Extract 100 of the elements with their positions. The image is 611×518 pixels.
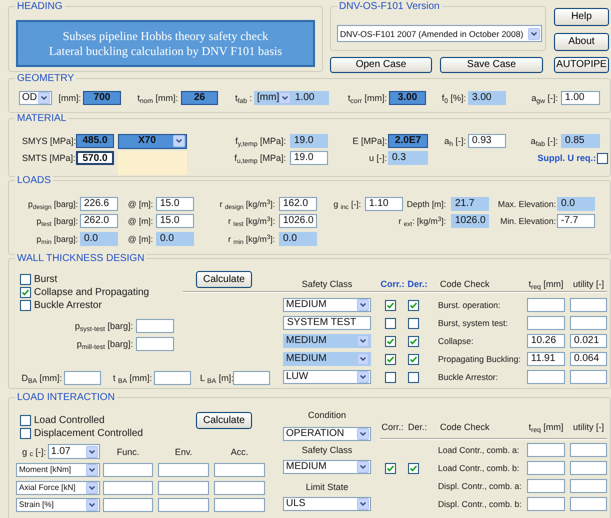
- input-field[interactable]: 0.064: [570, 352, 607, 366]
- about-button[interactable]: About: [554, 33, 609, 51]
- dropdown[interactable]: 1.07: [48, 444, 100, 459]
- input-field[interactable]: [154, 371, 191, 385]
- input-field[interactable]: [64, 371, 101, 385]
- input-field[interactable]: [158, 481, 209, 495]
- input-field[interactable]: 0.0: [279, 232, 317, 246]
- input-field[interactable]: [233, 371, 270, 385]
- input-field[interactable]: [570, 479, 607, 493]
- input-field[interactable]: 15.0: [156, 214, 194, 228]
- input-field[interactable]: [214, 498, 265, 512]
- dropdown[interactable]: MEDIUM: [283, 334, 371, 348]
- input-field[interactable]: [158, 498, 209, 512]
- input-field[interactable]: [527, 497, 565, 511]
- input-field[interactable]: [103, 498, 153, 512]
- input-field[interactable]: 19.0: [290, 151, 328, 165]
- dropdown[interactable]: LUW: [283, 370, 371, 384]
- input-field[interactable]: 700: [83, 91, 121, 105]
- input-field[interactable]: 162.0: [279, 197, 317, 211]
- open-case-button[interactable]: Open Case: [330, 57, 432, 73]
- input-field[interactable]: 19.0: [290, 134, 328, 148]
- input-field[interactable]: 1.00: [291, 91, 329, 105]
- dropdown[interactable]: OD: [19, 91, 52, 105]
- input-field[interactable]: [570, 370, 607, 384]
- checkbox[interactable]: [385, 462, 396, 474]
- dropdown[interactable]: MEDIUM: [283, 352, 371, 366]
- input-field[interactable]: 1.00: [561, 91, 600, 105]
- calculate-button[interactable]: Calculate: [196, 271, 252, 288]
- input-field[interactable]: 3.00: [389, 91, 426, 105]
- input-field[interactable]: [570, 316, 607, 330]
- input-field[interactable]: 26: [181, 91, 218, 105]
- input-field[interactable]: 1026.0: [451, 214, 489, 228]
- checkbox[interactable]: [20, 415, 31, 426]
- input-field[interactable]: 262.0: [80, 214, 118, 228]
- save-case-button[interactable]: Save Case: [440, 57, 543, 73]
- dropdown[interactable]: Axial Force [kN]: [16, 481, 100, 495]
- input-field[interactable]: [570, 461, 607, 475]
- checkbox[interactable]: [385, 354, 396, 364]
- input-field[interactable]: 1.10: [365, 197, 403, 211]
- input-field[interactable]: [527, 298, 565, 312]
- input-field[interactable]: 21.7: [451, 197, 489, 211]
- input-field[interactable]: 2.0E7: [388, 134, 428, 148]
- dropdown[interactable]: Moment [kNm]: [16, 463, 100, 477]
- input-field[interactable]: [158, 463, 209, 477]
- dropdown[interactable]: Strain [%]: [16, 498, 100, 512]
- checkbox[interactable]: [408, 336, 419, 346]
- input-field[interactable]: [136, 319, 174, 333]
- input-field[interactable]: 15.0: [156, 197, 194, 211]
- input-field[interactable]: [103, 463, 153, 477]
- checkbox[interactable]: [20, 287, 31, 298]
- input-field[interactable]: 0.93: [468, 134, 506, 148]
- input-field[interactable]: 0.0: [156, 232, 194, 246]
- input-field[interactable]: [214, 481, 265, 495]
- checkbox[interactable]: [385, 372, 396, 382]
- input-field[interactable]: [570, 443, 607, 457]
- input-field[interactable]: [527, 370, 565, 384]
- input-field[interactable]: 0.3: [388, 151, 428, 165]
- checkbox[interactable]: [385, 336, 396, 346]
- input-field[interactable]: [103, 481, 153, 495]
- input-field[interactable]: [136, 337, 174, 351]
- input-field[interactable]: [527, 443, 565, 457]
- dropdown[interactable]: MEDIUM: [283, 460, 371, 474]
- input-field[interactable]: SYSTEM TEST: [283, 316, 371, 330]
- input-field[interactable]: 485.0: [76, 134, 114, 148]
- input-field[interactable]: [527, 479, 565, 493]
- help-button[interactable]: Help: [554, 8, 609, 26]
- input-field[interactable]: 11.91: [527, 352, 565, 366]
- dropdown[interactable]: X70: [118, 134, 187, 148]
- calculate-button[interactable]: Calculate: [196, 412, 252, 429]
- checkbox[interactable]: [408, 318, 419, 328]
- input-field[interactable]: 10.26: [527, 334, 565, 348]
- input-field[interactable]: 3.00: [468, 91, 506, 105]
- autopipe-button[interactable]: AUTOPIPE: [554, 57, 609, 73]
- checkbox[interactable]: [20, 300, 31, 311]
- checkbox[interactable]: [385, 318, 396, 328]
- input-field[interactable]: 0.0: [80, 232, 118, 246]
- input-field[interactable]: 570.0: [76, 151, 114, 165]
- input-field[interactable]: 0.0: [557, 197, 595, 211]
- dropdown[interactable]: DNV-OS-F101 2007 (Amended in October 2008): [337, 25, 542, 42]
- checkbox[interactable]: [408, 462, 419, 474]
- checkbox[interactable]: [597, 153, 608, 164]
- input-field[interactable]: [214, 463, 265, 477]
- dropdown[interactable]: ULS: [283, 497, 371, 511]
- input-field[interactable]: [527, 316, 565, 330]
- input-field[interactable]: 226.6: [80, 197, 118, 211]
- checkbox[interactable]: [20, 274, 31, 285]
- input-field[interactable]: [527, 461, 565, 475]
- checkbox[interactable]: [408, 372, 419, 382]
- checkbox[interactable]: [408, 354, 419, 364]
- dropdown[interactable]: OPERATION: [283, 427, 371, 441]
- input-field[interactable]: 0.85: [561, 134, 600, 148]
- input-field[interactable]: [570, 497, 607, 511]
- checkbox[interactable]: [385, 300, 396, 310]
- input-field[interactable]: [570, 298, 607, 312]
- input-field[interactable]: -7.7: [557, 214, 595, 228]
- checkbox[interactable]: [408, 300, 419, 310]
- dropdown[interactable]: MEDIUM: [283, 298, 371, 312]
- dropdown[interactable]: [mm]: [254, 91, 291, 105]
- input-field[interactable]: 0.021: [570, 334, 607, 348]
- checkbox[interactable]: [20, 428, 31, 439]
